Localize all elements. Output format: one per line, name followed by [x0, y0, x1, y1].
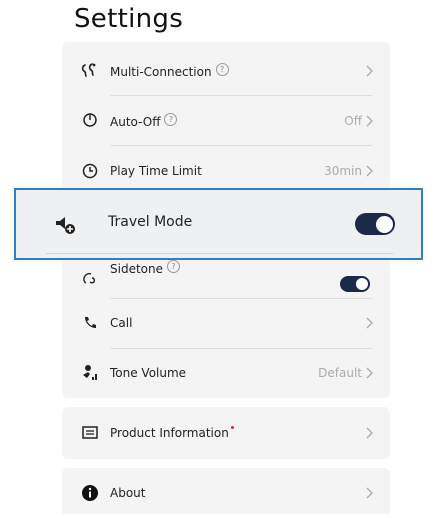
product-information-label: Product Information — [110, 426, 234, 440]
call-label: Call — [110, 316, 133, 330]
toggle-knob — [375, 215, 393, 233]
divider — [46, 253, 393, 254]
chevron-right-icon — [366, 165, 373, 177]
sidetone-icon — [80, 269, 100, 289]
tone-volume-row[interactable]: Tone Volume Default — [62, 348, 390, 398]
chevron-right-icon — [366, 427, 373, 439]
chevron-right-icon — [366, 367, 373, 379]
document-icon — [80, 423, 100, 443]
about-row[interactable]: About — [62, 468, 390, 518]
play-time-limit-label: Play Time Limit — [110, 164, 202, 178]
power-icon — [80, 111, 100, 131]
travel-mode-icon — [54, 214, 78, 236]
tone-volume-label: Tone Volume — [110, 366, 187, 380]
tone-volume-icon — [80, 363, 100, 383]
sidetone-row: Sidetone? — [62, 254, 390, 304]
about-label: About — [110, 486, 146, 500]
phone-icon — [80, 313, 100, 333]
chevron-right-icon — [366, 115, 373, 127]
clock-icon — [80, 161, 100, 181]
auto-off-value: Off — [344, 114, 362, 128]
chevron-right-icon — [366, 65, 373, 77]
chevron-right-icon — [366, 487, 373, 499]
play-time-limit-value: 30min — [324, 164, 362, 178]
help-icon[interactable]: ? — [167, 260, 180, 273]
chevron-right-icon — [366, 317, 373, 329]
product-information-card: Product Information — [62, 407, 390, 459]
travel-mode-toggle[interactable] — [355, 213, 395, 235]
help-icon[interactable]: ? — [215, 63, 229, 76]
travel-mode-label: Travel Mode — [108, 214, 193, 230]
multi-connection-icon — [80, 61, 100, 81]
sidetone-label: Sidetone? — [110, 260, 180, 276]
call-row[interactable]: Call — [62, 298, 390, 348]
multi-connection-label: Multi-Connection? — [110, 63, 229, 79]
about-card: About — [62, 468, 390, 514]
notification-dot — [230, 426, 234, 429]
auto-off-label: Auto-Off? — [110, 113, 178, 129]
auto-off-row[interactable]: Auto-Off? Off — [62, 96, 390, 146]
sidetone-toggle[interactable] — [340, 276, 370, 292]
page-title: Settings — [74, 4, 184, 34]
tone-volume-value: Default — [318, 366, 362, 380]
product-information-row[interactable]: Product Information — [62, 408, 390, 458]
info-icon — [80, 483, 100, 503]
help-icon[interactable]: ? — [164, 113, 178, 126]
multi-connection-row[interactable]: Multi-Connection? — [62, 46, 390, 96]
travel-mode-row: Travel Mode — [14, 188, 423, 260]
toggle-knob — [356, 278, 368, 290]
